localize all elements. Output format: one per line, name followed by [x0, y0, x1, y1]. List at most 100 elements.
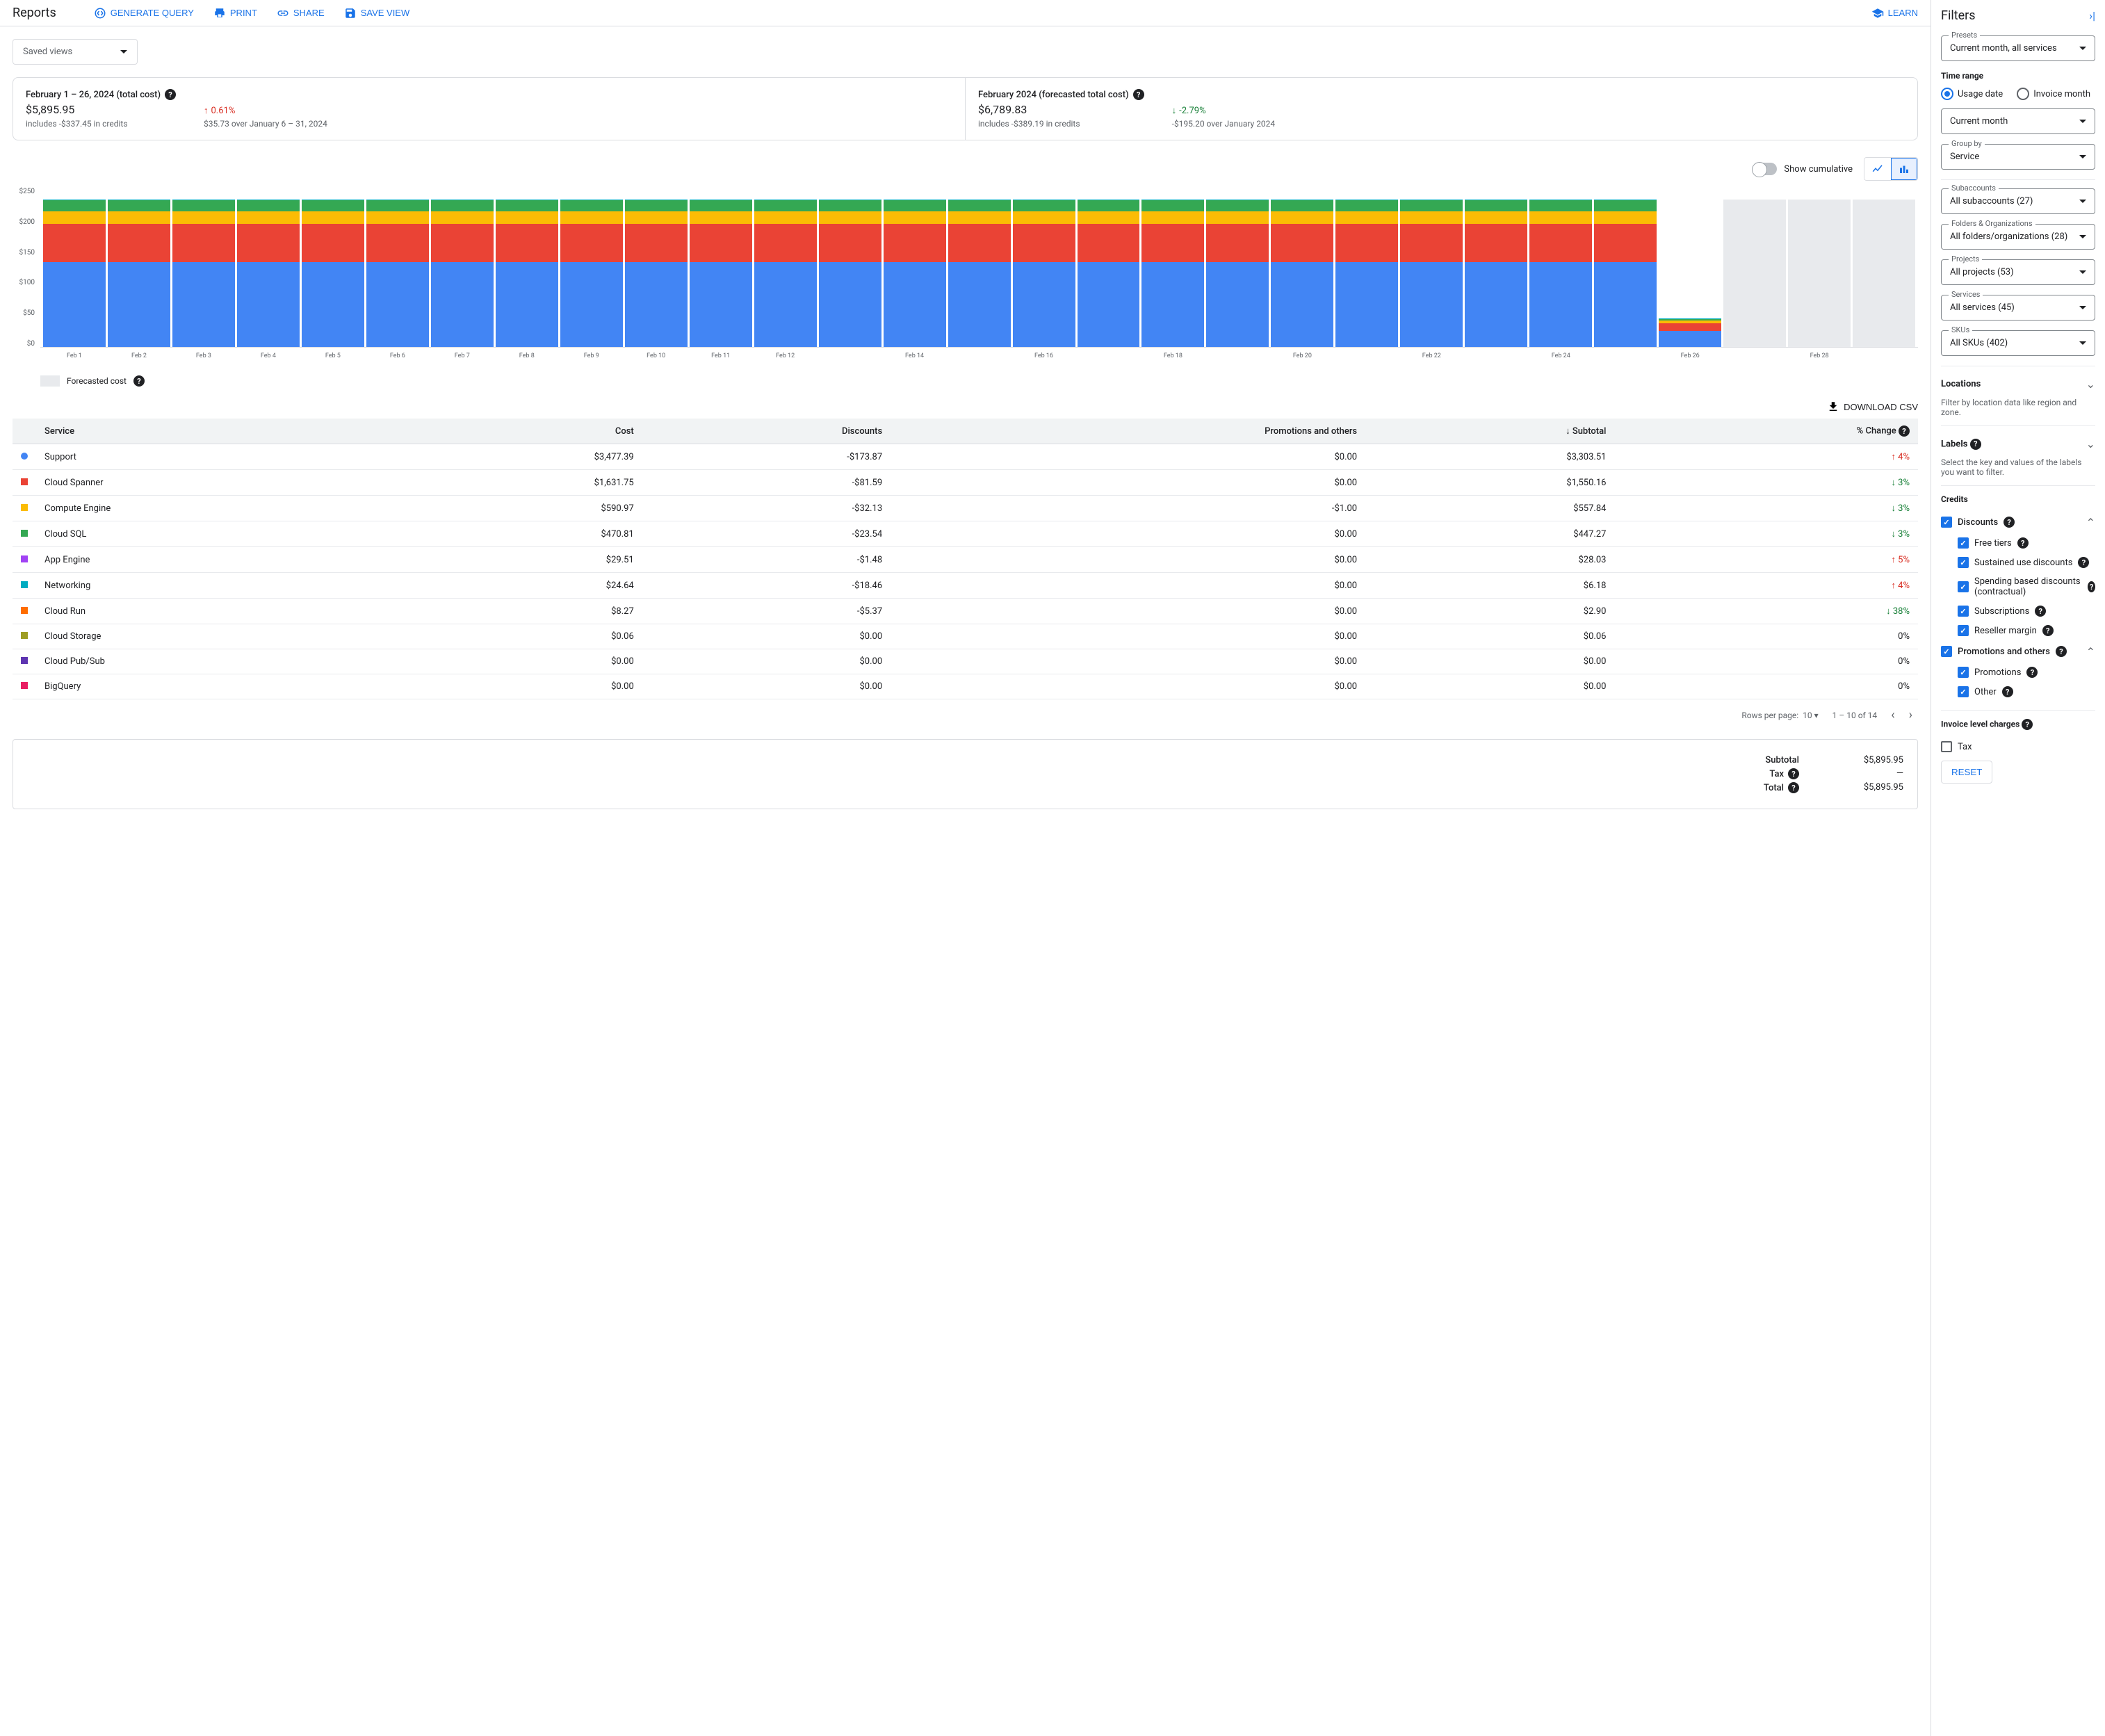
help-icon[interactable]: ?	[165, 89, 176, 100]
table-row[interactable]: Cloud Pub/Sub $0.00 $0.00 $0.00 $0.00 0%	[13, 649, 1918, 674]
chart-bar[interactable]: Feb 26	[1659, 188, 1721, 347]
spending-based-checkbox[interactable]: Spending based discounts (contractual) ?	[1958, 572, 2095, 601]
chart-bar[interactable]: Feb 18	[1141, 188, 1204, 347]
column-service[interactable]: Service	[36, 419, 397, 444]
prev-page-button[interactable]: ‹	[1891, 708, 1894, 722]
group-by-dropdown[interactable]: Group by Service	[1941, 144, 2095, 170]
labels-section[interactable]: Labels ? ⌄	[1941, 435, 2095, 453]
share-button[interactable]: SHARE	[277, 7, 325, 19]
folders-dropdown[interactable]: Folders & Organizations All folders/orga…	[1941, 224, 2095, 250]
help-icon[interactable]: ?	[2056, 646, 2067, 657]
chart-bar[interactable]	[948, 188, 1011, 347]
bar-chart-button[interactable]	[1891, 158, 1917, 180]
chart-bar[interactable]	[1853, 188, 1915, 347]
subaccounts-dropdown[interactable]: Subaccounts All subaccounts (27)	[1941, 188, 2095, 214]
table-row[interactable]: BigQuery $0.00 $0.00 $0.00 $0.00 0%	[13, 674, 1918, 699]
chart-bar[interactable]	[1465, 188, 1527, 347]
promotions-checkbox[interactable]: Promotions ?	[1958, 663, 2095, 682]
chart-bar[interactable]: Feb 6	[366, 188, 429, 347]
subscriptions-checkbox[interactable]: Subscriptions ?	[1958, 601, 2095, 621]
generate-query-button[interactable]: GENERATE QUERY	[94, 7, 194, 19]
help-icon[interactable]: ?	[2078, 557, 2089, 568]
chart-bar[interactable]: Feb 20	[1271, 188, 1333, 347]
help-icon[interactable]: ?	[2017, 537, 2029, 549]
help-icon[interactable]: ?	[1899, 425, 1910, 437]
invoice-month-radio[interactable]: Invoice month	[2017, 88, 2090, 100]
column-subtotal[interactable]: ↓ Subtotal	[1365, 419, 1614, 444]
chart-bar[interactable]: Feb 24	[1529, 188, 1592, 347]
projects-dropdown[interactable]: Projects All projects (53)	[1941, 259, 2095, 285]
chart-bar[interactable]: Feb 10	[625, 188, 688, 347]
table-row[interactable]: Cloud Storage $0.06 $0.00 $0.00 $0.06 0%	[13, 624, 1918, 649]
learn-button[interactable]: LEARN	[1871, 7, 1918, 19]
checkbox-checked-icon[interactable]	[1941, 517, 1952, 528]
checkbox-checked-icon[interactable]	[1941, 646, 1952, 657]
other-checkbox[interactable]: Other ?	[1958, 682, 2095, 701]
chart-bar[interactable]: Feb 16	[1013, 188, 1075, 347]
chart-bar[interactable]: Feb 28	[1788, 188, 1851, 347]
tax-checkbox[interactable]: Tax	[1941, 737, 2095, 756]
services-dropdown[interactable]: Services All services (45)	[1941, 295, 2095, 321]
reseller-margin-checkbox[interactable]: Reseller margin ?	[1958, 621, 2095, 640]
free-tiers-checkbox[interactable]: Free tiers ?	[1958, 533, 2095, 553]
chart-bar[interactable]: Feb 14	[884, 188, 946, 347]
time-range-dropdown[interactable]: Current month	[1941, 108, 2095, 134]
table-row[interactable]: Cloud Spanner $1,631.75 -$81.59 $0.00 $1…	[13, 470, 1918, 496]
chart-bar[interactable]: Feb 11	[690, 188, 752, 347]
chart-bar[interactable]: Feb 12	[754, 188, 817, 347]
help-icon[interactable]: ?	[1133, 89, 1144, 100]
help-icon[interactable]: ?	[2026, 667, 2038, 678]
chart-bar[interactable]	[1723, 188, 1786, 347]
chart-bar[interactable]: Feb 3	[172, 188, 235, 347]
save-view-button[interactable]: SAVE VIEW	[344, 7, 410, 19]
download-csv-button[interactable]: DOWNLOAD CSV	[1827, 400, 1918, 413]
table-row[interactable]: Cloud SQL $470.81 -$23.54 $0.00 $447.27 …	[13, 521, 1918, 547]
help-icon[interactable]: ?	[133, 375, 145, 387]
help-icon[interactable]: ?	[2035, 606, 2046, 617]
chart-bar[interactable]	[1594, 188, 1657, 347]
table-row[interactable]: Networking $24.64 -$18.46 $0.00 $6.18 ↑ …	[13, 573, 1918, 599]
next-page-button[interactable]: ›	[1909, 708, 1912, 722]
help-icon[interactable]: ?	[1788, 768, 1799, 779]
help-icon[interactable]: ?	[2002, 686, 2013, 697]
chart-bar[interactable]	[1078, 188, 1140, 347]
table-row[interactable]: Compute Engine $590.97 -$32.13 -$1.00 $5…	[13, 496, 1918, 521]
table-row[interactable]: App Engine $29.51 -$1.48 $0.00 $28.03 ↑ …	[13, 547, 1918, 573]
column-cost[interactable]: Cost	[397, 419, 642, 444]
locations-section[interactable]: Locations ⌄	[1941, 375, 2095, 394]
chart-bar[interactable]: Feb 4	[237, 188, 300, 347]
chart-bar[interactable]: Feb 8	[496, 188, 558, 347]
chart-bar[interactable]: Feb 2	[108, 188, 170, 347]
help-icon[interactable]: ?	[2042, 625, 2054, 636]
column-discounts[interactable]: Discounts	[642, 419, 891, 444]
table-row[interactable]: Support $3,477.39 -$173.87 $0.00 $3,303.…	[13, 444, 1918, 470]
cumulative-toggle[interactable]	[1753, 163, 1777, 175]
help-icon[interactable]: ?	[1970, 439, 1981, 450]
chart-bar[interactable]	[1206, 188, 1269, 347]
skus-dropdown[interactable]: SKUs All SKUs (402)	[1941, 330, 2095, 356]
help-icon[interactable]: ?	[2004, 517, 2015, 528]
chart-bar[interactable]: Feb 7	[431, 188, 494, 347]
column-change[interactable]: % Change ?	[1614, 419, 1918, 444]
sustained-use-checkbox[interactable]: Sustained use discounts ?	[1958, 553, 2095, 572]
table-row[interactable]: Cloud Run $8.27 -$5.37 $0.00 $2.90 ↓ 38%	[13, 599, 1918, 624]
chart-bar[interactable]: Feb 9	[560, 188, 623, 347]
chart-bar[interactable]	[1335, 188, 1398, 347]
rows-per-page-select[interactable]: 10 ▾	[1803, 711, 1819, 720]
discounts-group[interactable]: Discounts ? ⌃	[1941, 511, 2095, 533]
reset-filters-button[interactable]: RESET	[1941, 761, 1992, 784]
help-icon[interactable]: ?	[2022, 719, 2033, 730]
collapse-filters-button[interactable]: ›|	[2089, 9, 2095, 22]
column-promotions[interactable]: Promotions and others	[891, 419, 1365, 444]
help-icon[interactable]: ?	[1788, 782, 1799, 793]
chart-bar[interactable]	[819, 188, 881, 347]
chart-bar[interactable]: Feb 5	[302, 188, 364, 347]
chart-bar[interactable]: Feb 22	[1400, 188, 1463, 347]
usage-date-radio[interactable]: Usage date	[1941, 88, 2003, 100]
line-chart-button[interactable]	[1864, 158, 1891, 180]
presets-dropdown[interactable]: Presets Current month, all services	[1941, 35, 2095, 61]
print-button[interactable]: PRINT	[213, 7, 257, 19]
saved-views-dropdown[interactable]: Saved views	[13, 39, 138, 65]
promotions-group[interactable]: Promotions and others ? ⌃	[1941, 640, 2095, 663]
chart-bar[interactable]: Feb 1	[43, 188, 106, 347]
